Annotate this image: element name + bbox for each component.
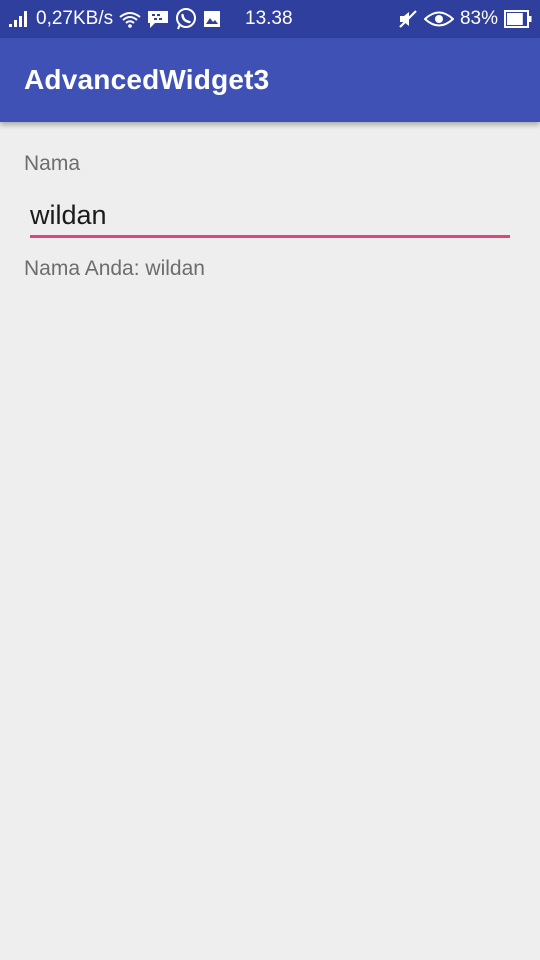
- battery-percent: 83%: [459, 8, 498, 29]
- app-bar: AdvancedWidget3: [0, 38, 540, 122]
- nama-label: Nama: [24, 152, 81, 175]
- whatsapp-icon: [175, 8, 197, 30]
- app-title: AdvancedWidget3: [24, 64, 270, 95]
- status-right: 83%: [398, 8, 532, 30]
- status-left: 0,27KB/s: [8, 8, 221, 30]
- battery-icon: [504, 10, 532, 28]
- result-text: Nama Anda: wildan: [24, 257, 205, 280]
- nama-input[interactable]: [30, 196, 510, 238]
- clock: 13.38: [245, 8, 293, 29]
- network-speed: 0,27KB/s: [36, 8, 114, 29]
- bbm-icon: [147, 9, 169, 29]
- gallery-icon: [203, 10, 221, 28]
- wifi-icon: [119, 10, 141, 28]
- eye-icon: [423, 10, 454, 28]
- status-bar: 0,27KB/s 13.38 83%: [0, 0, 540, 38]
- signal-icon: [8, 10, 30, 28]
- mute-icon: [398, 9, 418, 29]
